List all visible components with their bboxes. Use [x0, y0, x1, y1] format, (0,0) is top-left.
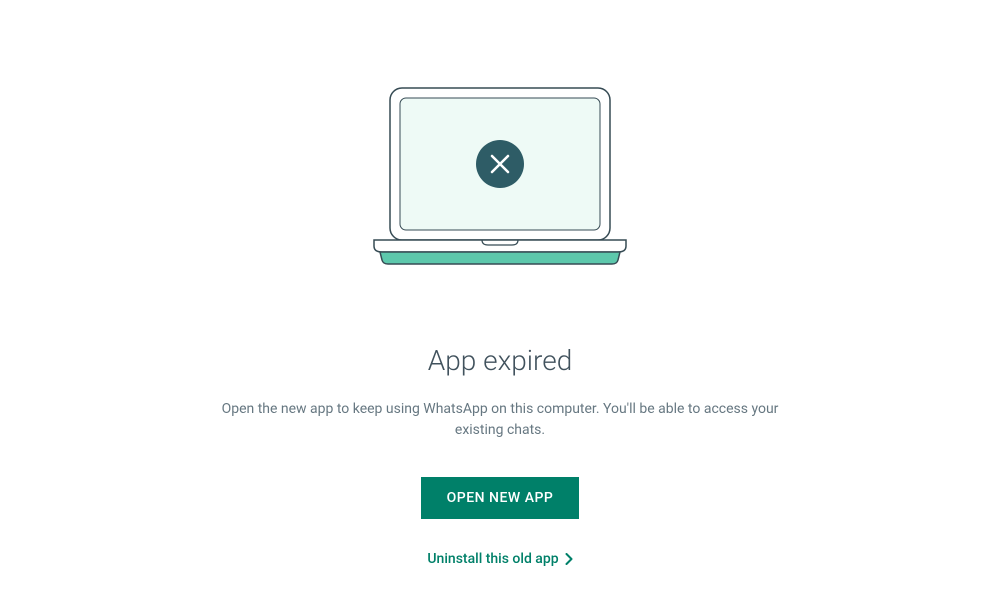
page-title: App expired [428, 344, 573, 377]
uninstall-old-app-link[interactable]: Uninstall this old app [427, 551, 572, 567]
chevron-right-icon [565, 553, 573, 565]
open-new-app-button[interactable]: OPEN NEW APP [421, 477, 580, 519]
laptop-icon [360, 80, 640, 280]
laptop-expired-illustration [360, 80, 640, 284]
page-subtitle: Open the new app to keep using WhatsApp … [200, 399, 800, 441]
secondary-link-label: Uninstall this old app [427, 551, 558, 567]
